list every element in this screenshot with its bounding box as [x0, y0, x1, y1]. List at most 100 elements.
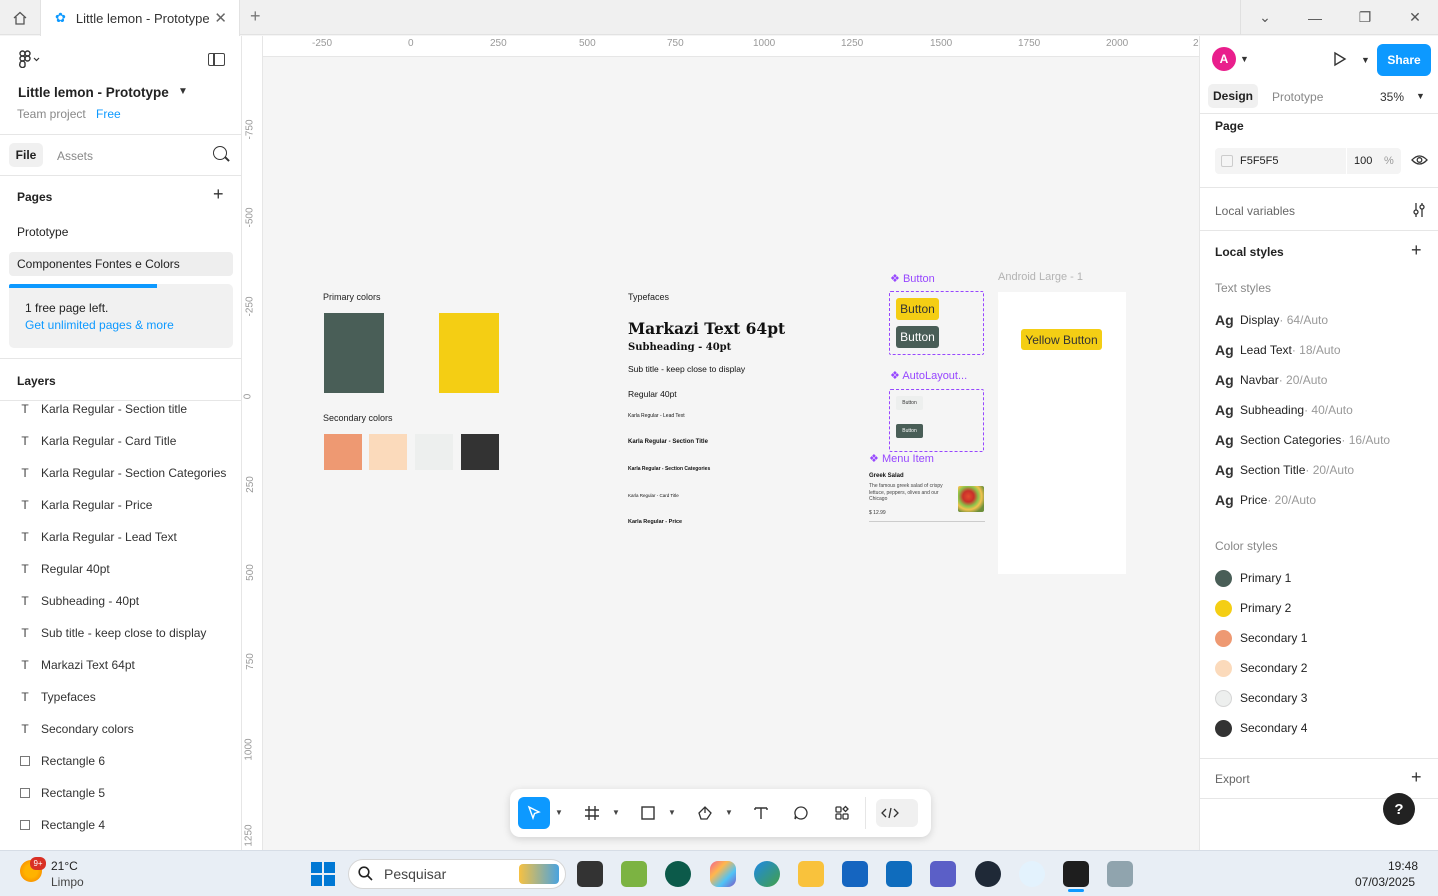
- clock-date[interactable]: 07/03/2025: [1355, 875, 1415, 889]
- dev-mode-toggle[interactable]: [876, 799, 918, 827]
- card-title-sample[interactable]: Karla Regular - Card Title: [628, 493, 679, 498]
- windows-start-icon[interactable]: [311, 862, 335, 889]
- tab-design[interactable]: Design: [1208, 84, 1258, 108]
- weather-temp[interactable]: 21°C: [51, 859, 78, 873]
- primary-1-swatch[interactable]: [324, 313, 384, 393]
- section-title-sample[interactable]: Karla Regular - Section Title: [628, 439, 708, 445]
- close-tab-icon[interactable]: ✕: [214, 9, 227, 27]
- avatar[interactable]: A: [1212, 47, 1236, 71]
- edge-icon[interactable]: [754, 861, 780, 887]
- layer-item[interactable]: Rectangle 5: [0, 777, 241, 809]
- layer-item[interactable]: Rectangle 4: [0, 809, 241, 841]
- section-categories-sample[interactable]: Karla Regular - Section Categories: [628, 466, 710, 472]
- button-variant-yellow[interactable]: Button: [896, 298, 939, 320]
- page-color-swatch[interactable]: [1221, 155, 1233, 167]
- text-tool-icon[interactable]: [749, 797, 773, 829]
- page-color-value[interactable]: F5F5F5: [1240, 155, 1279, 167]
- layer-item[interactable]: Rectangle 6: [0, 745, 241, 777]
- display-sample[interactable]: Markazi Text 64pt: [628, 319, 785, 338]
- store-icon[interactable]: [842, 861, 868, 887]
- secondary-colors-label[interactable]: Secondary colors: [323, 413, 393, 423]
- tab-file-panel[interactable]: File: [9, 143, 43, 167]
- color-style-item[interactable]: Secondary 2: [1215, 653, 1307, 683]
- greek-salad-image[interactable]: [958, 486, 984, 512]
- layer-item[interactable]: T Sub title - keep close to display: [0, 617, 241, 649]
- menu-item-title[interactable]: Greek Salad: [869, 473, 904, 479]
- layer-item[interactable]: T Markazi Text 64pt: [0, 649, 241, 681]
- share-button[interactable]: Share: [1377, 44, 1431, 76]
- minimize-icon[interactable]: —: [1290, 0, 1340, 35]
- text-style-item[interactable]: Ag Navbar · 20/Auto: [1215, 365, 1327, 395]
- plan-badge[interactable]: Free: [96, 107, 121, 121]
- layer-item[interactable]: T Regular 40pt: [0, 553, 241, 585]
- page-item-prototype[interactable]: Prototype: [9, 220, 233, 244]
- outlook-icon[interactable]: [886, 861, 912, 887]
- autolayout-button-light[interactable]: Button: [896, 396, 923, 410]
- export-label[interactable]: Export: [1215, 772, 1250, 786]
- search-icon[interactable]: [213, 146, 227, 160]
- tab-prototype[interactable]: Prototype: [1272, 90, 1323, 104]
- clock-time[interactable]: 19:48: [1388, 859, 1418, 873]
- weather-desc[interactable]: Limpo: [51, 875, 84, 889]
- chevron-down-icon[interactable]: ▼: [1240, 54, 1249, 64]
- add-page-icon[interactable]: +: [213, 184, 224, 205]
- layer-item[interactable]: T Secondary colors: [0, 713, 241, 745]
- typefaces-label[interactable]: Typefaces: [628, 292, 669, 302]
- new-tab-icon[interactable]: +: [250, 6, 261, 27]
- tab-file[interactable]: ✿ Little lemon - Prototype ✕: [40, 0, 240, 36]
- app-icon-browser[interactable]: [665, 861, 691, 887]
- eye-icon[interactable]: [1411, 154, 1428, 169]
- figma-menu-icon[interactable]: [18, 50, 40, 73]
- subtitle-sample[interactable]: Sub title - keep close to display: [628, 364, 745, 374]
- frame-label[interactable]: Android Large - 1: [998, 271, 1083, 283]
- tab-assets[interactable]: Assets: [57, 149, 93, 163]
- pen-tool-icon[interactable]: [693, 797, 717, 829]
- text-style-item[interactable]: Ag Section Title · 20/Auto: [1215, 455, 1354, 485]
- color-style-item[interactable]: Secondary 4: [1215, 713, 1307, 743]
- secondary-1-swatch[interactable]: [324, 434, 362, 470]
- restore-icon[interactable]: ❐: [1340, 0, 1390, 35]
- page-opacity-value[interactable]: 100: [1354, 155, 1372, 167]
- layer-item[interactable]: T Karla Regular - Lead Text: [0, 521, 241, 553]
- home-icon[interactable]: [0, 0, 40, 35]
- add-style-icon[interactable]: +: [1411, 240, 1422, 261]
- app-icon-other[interactable]: [1107, 861, 1133, 887]
- component-label[interactable]: ❖ AutoLayout...: [890, 369, 967, 382]
- taskview-icon[interactable]: [577, 861, 603, 887]
- project-title[interactable]: Little lemon - Prototype: [18, 85, 169, 100]
- chevron-down-icon[interactable]: ▼: [178, 86, 188, 97]
- vpn-icon[interactable]: [975, 861, 1001, 887]
- chevron-down-icon[interactable]: ▼: [1416, 91, 1425, 101]
- layer-item[interactable]: T Typefaces: [0, 681, 241, 713]
- help-button[interactable]: ?: [1383, 793, 1415, 825]
- team-label[interactable]: Team project: [17, 107, 86, 121]
- chevron-down-icon[interactable]: ▼: [1361, 55, 1370, 65]
- color-style-item[interactable]: Secondary 1: [1215, 623, 1307, 653]
- rectangle-tool-icon[interactable]: [636, 797, 660, 829]
- layer-item[interactable]: T Karla Regular - Section title: [0, 393, 241, 425]
- text-style-item[interactable]: Ag Lead Text · 18/Auto: [1215, 335, 1341, 365]
- menu-item-desc[interactable]: The famous greek salad of crispy lettuce…: [869, 483, 951, 503]
- color-style-item[interactable]: Secondary 3: [1215, 683, 1307, 713]
- upgrade-link[interactable]: Get unlimited pages & more: [25, 318, 174, 332]
- layer-item[interactable]: T Karla Regular - Section Categories: [0, 457, 241, 489]
- chevron-down-icon[interactable]: ▼: [612, 808, 620, 817]
- local-variables-label[interactable]: Local variables: [1215, 204, 1295, 218]
- copilot-icon[interactable]: [710, 861, 736, 887]
- teams-icon[interactable]: [930, 861, 956, 887]
- autolayout-button-dark[interactable]: Button: [896, 424, 923, 438]
- secondary-4-swatch[interactable]: [461, 434, 499, 470]
- layer-item[interactable]: T Subheading - 40pt: [0, 585, 241, 617]
- variables-settings-icon[interactable]: [1412, 202, 1426, 221]
- chevron-down-icon[interactable]: ▼: [725, 808, 733, 817]
- primary-colors-label[interactable]: Primary colors: [323, 292, 381, 302]
- text-style-item[interactable]: Ag Section Categories · 16/Auto: [1215, 425, 1390, 455]
- add-export-icon[interactable]: +: [1411, 767, 1422, 788]
- yellow-button[interactable]: Yellow Button: [1021, 329, 1102, 350]
- chevron-down-icon[interactable]: ▼: [555, 808, 563, 817]
- lead-sample[interactable]: Karla Regular - Lead Text: [628, 413, 685, 419]
- present-icon[interactable]: [1333, 51, 1347, 70]
- component-label[interactable]: ❖ Menu Item: [869, 452, 934, 465]
- panel-toggle-icon[interactable]: [208, 53, 225, 66]
- app-icon-photos[interactable]: [621, 861, 647, 887]
